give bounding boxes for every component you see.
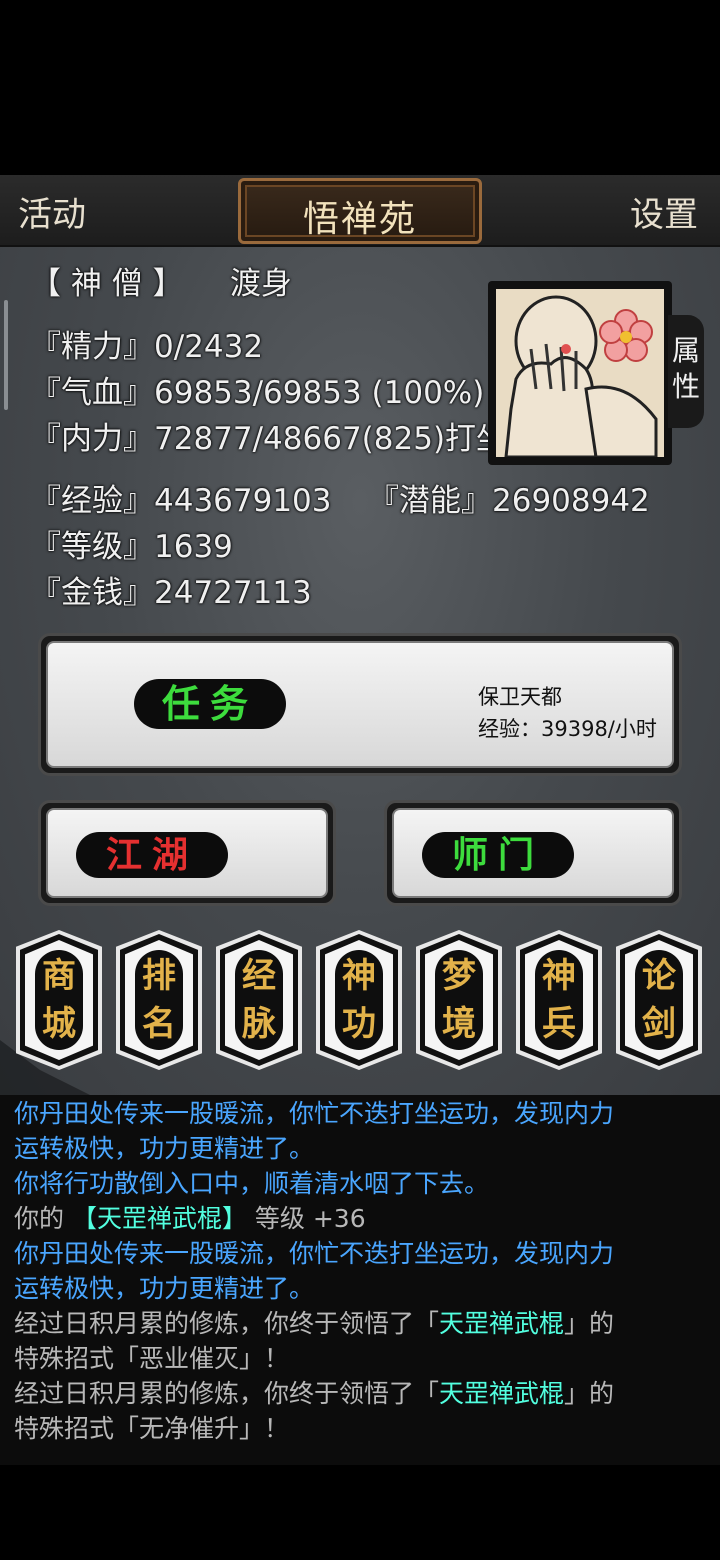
page-title: 悟禅苑 [238, 178, 482, 244]
log-line: 特殊招式「无净催升」！ [14, 1414, 290, 1443]
log-line: 你丹田处传来一股暖流，你忙不迭打坐运功，发现内力 [14, 1099, 615, 1128]
skill-name: 【天罡禅武棍】 [71, 1204, 247, 1233]
menu-divine-skill-label: 神功 [335, 950, 383, 1050]
monk-facepalm-icon [504, 295, 658, 457]
page-title-text: 悟禅苑 [302, 199, 417, 240]
hp-stat: 『气血』69853/69853 (100%) [30, 375, 485, 411]
menu-meridians-label: 经脉 [235, 950, 283, 1050]
menu-sword-debate[interactable]: 论剑 [616, 930, 702, 1070]
level-stat: 『等级』1639 [30, 529, 233, 565]
attributes-tab[interactable]: 属 性 [668, 315, 704, 428]
attributes-tab-char-2: 性 [671, 370, 700, 403]
menu-dreamland-label: 梦境 [435, 950, 483, 1050]
energy-stat: 『精力』0/2432 [30, 329, 264, 365]
task-button-face: 任务 保卫天都 经验：39398/小时 [46, 641, 674, 768]
mp-stat: 『内力』72877/48667(825)打坐 [30, 421, 490, 457]
shimen-button[interactable]: 师门 [384, 800, 682, 906]
log-line: 经过日积月累的修炼，你终于领悟了「天罡禅武棍」的 [14, 1379, 615, 1408]
menu-shop[interactable]: 商城 [16, 930, 102, 1070]
jianghu-button[interactable]: 江湖 [38, 800, 336, 906]
menu-shop-label: 商城 [35, 950, 83, 1050]
exp-stat: 『经验』443679103 [30, 483, 332, 519]
task-description: 保卫天都 经验：39398/小时 [478, 681, 657, 745]
shimen-label: 师门 [422, 832, 574, 878]
menu-ranking-label: 排名 [135, 950, 183, 1050]
menu-divine-weapon[interactable]: 神兵 [516, 930, 602, 1070]
log-line: 运转极快，功力更精进了。 [14, 1274, 315, 1303]
menu-divine-weapon-label: 神兵 [535, 950, 583, 1050]
activity-button[interactable]: 活动 [18, 187, 86, 236]
jianghu-label: 江湖 [76, 832, 228, 878]
menu-sword-debate-label: 论剑 [635, 950, 683, 1050]
task-name: 保卫天都 [478, 685, 562, 709]
skill-name: 天罡禅武棍 [439, 1309, 565, 1338]
task-button[interactable]: 任务 保卫天都 经验：39398/小时 [38, 633, 682, 776]
log-line: 你的 【天罡禅武棍】 等级 +36 [14, 1204, 366, 1233]
menu-meridians[interactable]: 经脉 [216, 930, 302, 1070]
log-line: 你丹田处传来一股暖流，你忙不迭打坐运功，发现内力 [14, 1239, 615, 1268]
jianghu-button-face: 江湖 [46, 808, 328, 898]
log-line: 你将行功散倒入口中，顺着清水咽了下去。 [14, 1169, 490, 1198]
settings-button[interactable]: 设置 [630, 187, 698, 236]
message-log[interactable]: 你丹田处传来一股暖流，你忙不迭打坐运功，发现内力 运转极快，功力更精进了。 你将… [0, 1095, 720, 1465]
menu-ranking[interactable]: 排名 [116, 930, 202, 1070]
task-exp-rate: 经验：39398/小时 [478, 717, 657, 741]
log-line: 经过日积月累的修炼，你终于领悟了「天罡禅武棍」的 [14, 1309, 615, 1338]
character-title: 【 神 僧 】 [30, 266, 184, 302]
monk-portrait [496, 289, 664, 457]
scrollbar[interactable] [4, 300, 8, 410]
log-line: 特殊招式「恶业催灭」！ [14, 1344, 290, 1373]
money-stat: 『金钱』24727113 [30, 575, 312, 611]
shimen-button-face: 师门 [392, 808, 674, 898]
task-label: 任务 [134, 679, 286, 729]
menu-divine-skill[interactable]: 神功 [316, 930, 402, 1070]
skill-name: 天罡禅武棍 [439, 1379, 565, 1408]
menu-dreamland[interactable]: 梦境 [416, 930, 502, 1070]
avatar[interactable] [488, 281, 672, 465]
log-line: 运转极快，功力更精进了。 [14, 1134, 315, 1163]
attributes-tab-char-1: 属 [671, 334, 700, 367]
potential-stat: 『潜能』26908942 [368, 483, 650, 519]
character-name: 渡身 [230, 266, 292, 302]
